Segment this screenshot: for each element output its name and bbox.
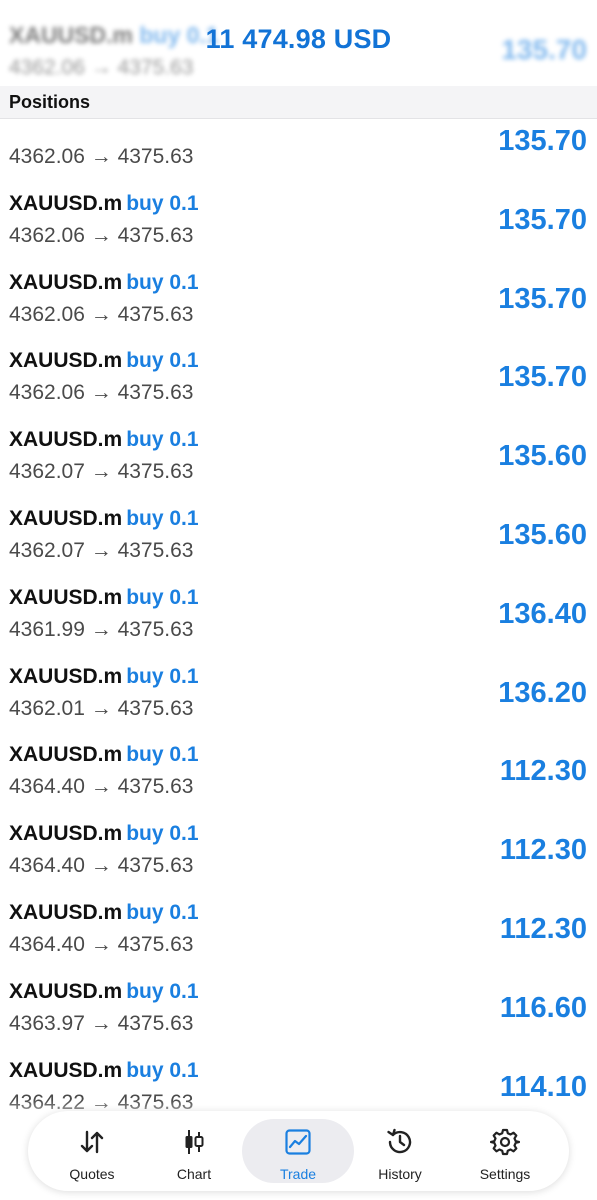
tab-chart[interactable]: Chart <box>138 1119 250 1183</box>
position-profit: 135.70 <box>498 282 587 315</box>
tab-trade[interactable]: Trade <box>242 1119 354 1183</box>
position-side: buy 0.1 <box>126 506 199 530</box>
position-title: XAUUSD.m buy 0.1 <box>9 901 199 925</box>
position-side: buy 0.1 <box>126 191 199 215</box>
positions-list: XAUUSD.mbuy 0.14362.06 → 4375.63135.70XA… <box>0 103 597 1127</box>
position-symbol: XAUUSD.m <box>9 822 123 846</box>
gear-icon <box>449 1127 561 1157</box>
ghost-prices: 4362.06 → 4375.63 <box>9 56 194 79</box>
position-profit: 135.70 <box>498 125 587 157</box>
position-side: buy 0.1 <box>126 664 199 688</box>
tab-quotes[interactable]: Quotes <box>36 1119 148 1183</box>
position-profit: 136.40 <box>498 597 587 630</box>
position-prices: 4364.40 → 4375.63 <box>9 932 194 956</box>
position-symbol: XAUUSD.m <box>9 349 123 373</box>
position-row[interactable]: XAUUSD.mbuy 0.1 4362.06 → 4375.63 135.70 <box>0 261 597 340</box>
position-side: buy 0.1 <box>126 270 199 294</box>
position-row[interactable]: XAUUSD.m buy 0.1 4361.99 → 4375.63 136.40 <box>0 576 597 655</box>
position-prices: 4362.06 → 4375.63 <box>9 381 194 405</box>
position-symbol: XAUUSD.m <box>9 743 123 767</box>
position-row[interactable]: XAUUSD.m buy 0.1 4362.01 → 4375.63 136.20 <box>0 655 597 734</box>
position-title: XAUUSD.m buy 0.1 <box>9 507 199 531</box>
position-prices: 4362.06 → 4375.63 <box>9 302 194 326</box>
position-symbol: XAUUSD.m <box>9 270 123 294</box>
position-profit: 135.60 <box>498 440 587 473</box>
tab-label-trade: Trade <box>279 1166 317 1182</box>
trade-chart-icon <box>242 1127 354 1157</box>
position-symbol: XAUUSD.m <box>9 979 123 1003</box>
position-title: XAUUSD.m buy 0.1 <box>9 1059 199 1083</box>
candlestick-icon <box>138 1127 250 1157</box>
position-symbol: XAUUSD.m <box>9 1058 123 1082</box>
position-prices: 4362.07 → 4375.63 <box>9 460 194 484</box>
position-prices: 4363.97 → 4375.63 <box>9 1011 194 1035</box>
tab-label-chart: Chart <box>176 1166 212 1182</box>
section-title: Positions <box>9 92 91 112</box>
position-symbol: XAUUSD.m <box>9 191 123 215</box>
position-profit: 116.60 <box>499 991 587 1024</box>
position-symbol: XAUUSD.m <box>9 585 123 609</box>
position-side: buy 0.1 <box>126 349 199 373</box>
position-profit: 112.30 <box>499 834 587 867</box>
position-title: XAUUSD.m buy 0.1 <box>9 428 199 452</box>
position-side: buy 0.1 <box>126 585 199 609</box>
position-side: buy 0.1 <box>126 1058 199 1082</box>
position-row[interactable]: XAUUSD.m buy 0.1 4363.97 → 4375.63 116.60 <box>0 970 597 1049</box>
position-prices: 4364.40 → 4375.63 <box>9 854 194 878</box>
tab-settings[interactable]: Settings <box>449 1119 561 1183</box>
position-title: XAUUSD.m buy 0.1 <box>9 349 199 373</box>
position-profit: 112.30 <box>499 755 587 788</box>
position-profit: 135.70 <box>498 203 587 236</box>
position-row[interactable]: XAUUSD.mbuy 0.1 4362.06 → 4375.63 135.70 <box>0 339 597 418</box>
position-row[interactable]: XAUUSD.mbuy 0.1 4362.06 → 4375.63 135.70 <box>0 182 597 261</box>
position-title: XAUUSD.m buy 0.1 <box>9 822 199 846</box>
tab-label-history: History <box>378 1166 422 1182</box>
trade-screen: XAUUSD.m buy 0.1 4362.06 → 4375.63 135.7… <box>0 0 597 1200</box>
bottom-tab-bar: Quotes Chart Trade History Settings <box>28 1111 569 1191</box>
position-prices: 4362.06 → 4375.63 <box>9 223 194 247</box>
tab-label-settings: Settings <box>479 1166 531 1182</box>
position-row[interactable]: XAUUSD.m buy 0.1 4362.07 → 4375.63 135.60 <box>0 497 597 576</box>
position-row[interactable]: XAUUSD.m buy 0.1 4364.40 → 4375.63 112.30 <box>0 812 597 891</box>
position-row[interactable]: XAUUSD.m buy 0.1 4364.40 → 4375.63 112.30 <box>0 733 597 812</box>
position-profit: 112.30 <box>499 912 587 945</box>
position-symbol: XAUUSD.m <box>9 506 123 530</box>
position-profit: 136.20 <box>498 676 587 709</box>
position-title: XAUUSD.m buy 0.1 <box>9 980 199 1004</box>
position-title: XAUUSD.m buy 0.1 <box>9 192 199 216</box>
position-side: buy 0.1 <box>126 743 199 767</box>
positions-section-header: Positions <box>0 86 597 119</box>
position-symbol: XAUUSD.m <box>9 900 123 924</box>
position-profit: 114.10 <box>499 1070 587 1103</box>
position-title: XAUUSD.m buy 0.1 <box>9 586 199 610</box>
position-title: XAUUSD.m buy 0.1 <box>9 271 199 295</box>
position-side: buy 0.1 <box>126 822 199 846</box>
position-prices: 4364.40 → 4375.63 <box>9 775 194 799</box>
position-prices: 4361.99 → 4375.63 <box>9 617 194 641</box>
position-symbol: XAUUSD.m <box>9 428 123 452</box>
quotes-arrows-icon <box>36 1127 148 1157</box>
position-title: XAUUSD.m buy 0.1 <box>9 665 199 689</box>
position-row[interactable]: XAUUSD.m buy 0.1 4362.07 → 4375.63 135.60 <box>0 418 597 497</box>
position-symbol: XAUUSD.m <box>9 664 123 688</box>
position-row[interactable]: XAUUSD.m buy 0.1 4364.40 → 4375.63 112.30 <box>0 891 597 970</box>
position-side: buy 0.1 <box>126 428 199 452</box>
position-prices: 4362.01 → 4375.63 <box>9 696 194 720</box>
tab-history[interactable]: History <box>344 1119 456 1183</box>
account-balance: 11 474.98 USD <box>205 24 392 54</box>
position-prices: 4362.06 → 4375.63 <box>9 145 194 168</box>
position-prices: 4362.07 → 4375.63 <box>9 538 194 562</box>
tab-label-quotes: Quotes <box>69 1166 115 1182</box>
position-profit: 135.60 <box>498 518 587 551</box>
position-side: buy 0.1 <box>126 979 199 1003</box>
history-clock-icon <box>344 1127 456 1157</box>
position-side: buy 0.1 <box>126 900 199 924</box>
position-profit: 135.70 <box>498 361 587 394</box>
position-title: XAUUSD.m buy 0.1 <box>9 743 199 767</box>
